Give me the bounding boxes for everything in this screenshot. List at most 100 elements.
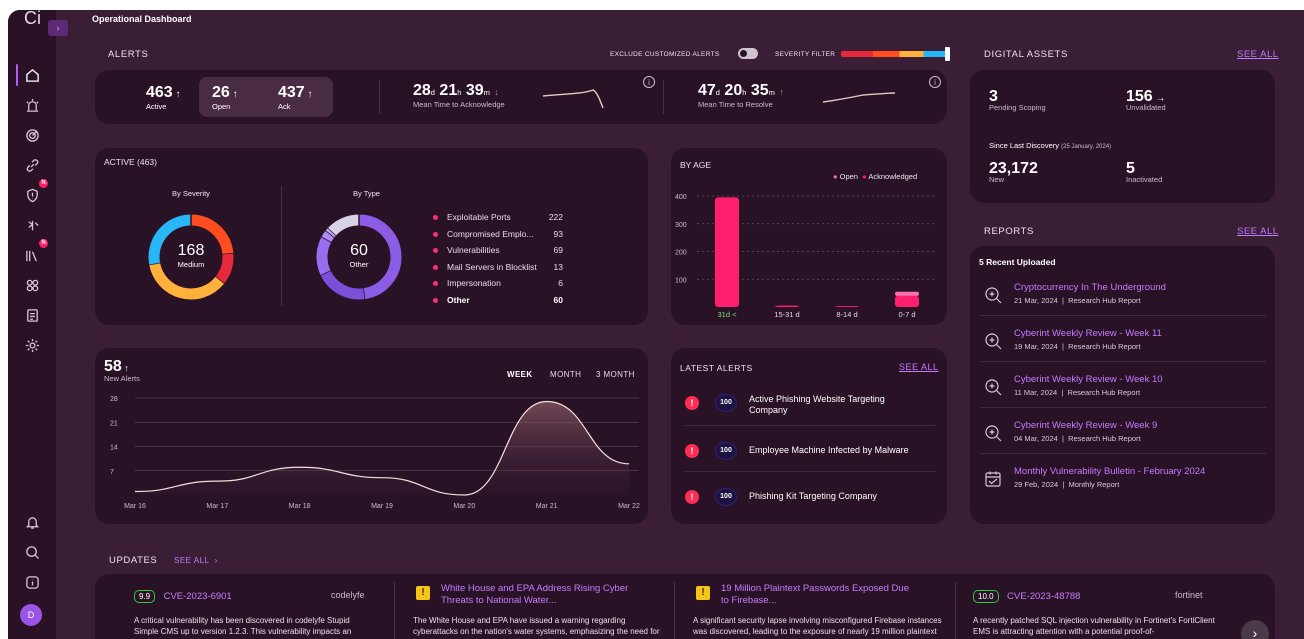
exclude-customized-label: EXCLUDE CUSTOMIZED ALERTS <box>610 51 720 58</box>
since-last-discovery: Since Last Discovery (25 January, 2024) <box>989 141 1112 150</box>
bar-acknowledged[interactable] <box>835 306 859 307</box>
x-tick-label: Mar 19 <box>371 503 393 510</box>
alert-title[interactable]: Active Phishing Website Targeting Compan… <box>749 394 909 416</box>
y-tick-label: 7 <box>110 469 114 476</box>
legend-label: Vulnerabilities <box>447 245 500 255</box>
update-description: A critical vulnerability has been discov… <box>134 616 352 636</box>
settings-icon[interactable] <box>22 335 42 355</box>
report-item[interactable]: Cyberint Weekly Review - Week 10 11 Mar, … <box>984 374 1260 414</box>
shield-icon[interactable]: N <box>22 179 48 205</box>
pending-scoping[interactable]: 3 Pending Scoping <box>989 88 1046 112</box>
update-title[interactable]: 19 Million Plaintext Passwords Exposed D… <box>721 583 911 607</box>
info-icon[interactable] <box>22 572 42 592</box>
latest-alerts-card: LATEST ALERTS SEE ALL ! 100 Active Phishin… <box>671 348 947 524</box>
donut-slice-other[interactable] <box>328 214 360 236</box>
alert-icon: ! <box>685 396 699 410</box>
divider <box>980 315 1266 316</box>
radar-icon[interactable] <box>22 125 42 145</box>
x-tick-label: Mar 17 <box>206 503 228 510</box>
mtta-value: 28d 21h 39m ↓ Mean Time to Acknowledge <box>413 82 505 109</box>
alerts-section-title: ALERTS <box>108 49 149 60</box>
alert-icon: ! <box>685 444 699 458</box>
mtta-info-icon[interactable]: i <box>643 76 655 88</box>
alert-row[interactable]: ! 100 Employee Machine Infected by Malware <box>685 442 941 484</box>
alarm-icon[interactable] <box>22 95 42 115</box>
risk-score: 100 <box>715 442 737 460</box>
risk-score: 100 <box>715 394 737 412</box>
tab-week[interactable]: WEEK <box>507 370 533 379</box>
alert-row[interactable]: ! 100 Phishing Kit Targeting Company <box>685 488 941 530</box>
updates-strip: 9.9 CVE-2023-6901 codelyfe A critical vu… <box>95 574 1275 639</box>
report-item[interactable]: Cyberint Weekly Review - Week 11 19 Mar, … <box>984 328 1260 368</box>
active-nav-indicator <box>16 64 18 86</box>
digital-assets-see-all[interactable]: SEE ALL <box>1237 49 1279 60</box>
reports-see-all[interactable]: SEE ALL <box>1237 226 1279 237</box>
report-item[interactable]: Cryptocurrency In The Underground 21 Mar,… <box>984 282 1260 322</box>
integrations-icon[interactable] <box>22 275 42 295</box>
unvalidated-assets[interactable]: 156 → Unvalidated <box>1126 88 1166 112</box>
mttr-value: 47d 20h 35m ↑ Mean Time to Resolve <box>698 82 784 109</box>
x-tick-label: Mar 22 <box>618 503 640 510</box>
sidebar: Ci › N N D <box>8 10 68 639</box>
new-assets[interactable]: 23,172 New <box>989 160 1038 184</box>
donut-slice-mail-servers-in-blocklist[interactable] <box>321 230 335 243</box>
mttr-info-icon[interactable]: i <box>929 76 941 88</box>
updates-see-all[interactable]: SEE ALL › <box>174 556 218 565</box>
search-icon[interactable] <box>22 542 42 562</box>
legend-dot <box>433 231 438 237</box>
severity-filter-label: SEVERITY FILTER <box>775 51 836 58</box>
mttr-sparkline <box>823 92 895 103</box>
notification-badge: N <box>39 239 48 248</box>
divider <box>685 471 935 472</box>
link-icon[interactable] <box>22 155 42 175</box>
latest-alerts-title: LATEST ALERTS <box>680 363 753 373</box>
library-icon[interactable]: N <box>22 239 48 265</box>
severity-filter-slider[interactable] <box>841 47 950 61</box>
x-tick-label: Mar 21 <box>536 503 558 510</box>
reports-icon[interactable] <box>22 305 42 325</box>
y-tick-label: 200 <box>675 250 687 257</box>
by-age-title: BY AGE <box>680 160 712 170</box>
donut-slice-compromised-emplo-[interactable] <box>320 270 365 300</box>
avatar[interactable]: D <box>20 604 42 626</box>
research-report-icon <box>985 333 1002 350</box>
notification-badge: N <box>39 179 48 188</box>
inactivated-assets[interactable]: 5 Inactivated <box>1126 160 1162 184</box>
research-report-icon <box>985 379 1002 396</box>
report-item[interactable]: Monthly Vulnerability Bulletin - Februar… <box>984 466 1260 506</box>
latest-alerts-see-all[interactable]: SEE ALL <box>899 362 939 372</box>
tab-month[interactable]: MONTH <box>550 370 581 379</box>
exclude-customized-toggle[interactable] <box>738 48 758 59</box>
fingerprint-icon[interactable] <box>22 215 42 235</box>
bar-acknowledged[interactable] <box>715 197 739 307</box>
tab-3-month[interactable]: 3 MONTH <box>596 370 635 379</box>
ack-count[interactable]: 437 ↑ Ack <box>278 84 312 111</box>
x-tick-label: 0-7 d <box>898 310 915 319</box>
update-card-cve[interactable]: 9.9 CVE-2023-6901 <box>134 586 232 604</box>
bell-icon[interactable] <box>22 512 42 532</box>
mtta-sparkline <box>543 89 604 109</box>
alert-row[interactable]: ! 100 Active Phishing Website Targeting Co… <box>685 394 941 436</box>
active-card: ACTIVE (463) By Severity 168 Medium By Ty… <box>95 148 648 325</box>
new-alerts-count: 58 ↑ New Alerts <box>104 358 140 383</box>
update-title[interactable]: White House and EPA Address Rising Cyber… <box>441 583 631 607</box>
open-count[interactable]: 26 ↑ Open <box>212 84 238 111</box>
update-card-cve[interactable]: 10.0 CVE-2023-48788 <box>973 586 1080 604</box>
y-tick-label: 400 <box>675 194 687 201</box>
report-item[interactable]: Cyberint Weekly Review - Week 9 04 Mar, 2… <box>984 420 1260 460</box>
home-icon[interactable] <box>22 65 42 85</box>
bar-open[interactable] <box>895 291 919 296</box>
digital-assets-card: 3 Pending Scoping 156 → Unvalidated Since … <box>970 70 1275 203</box>
bar-acknowledged[interactable] <box>775 305 799 307</box>
legend-label: Impersonation <box>447 278 501 288</box>
sidebar-collapse-button[interactable]: › <box>48 20 68 36</box>
divider <box>980 361 1266 362</box>
next-arrow-button[interactable]: › <box>1241 620 1269 639</box>
severity-filter-handle[interactable] <box>945 47 950 61</box>
x-tick-label: Mar 18 <box>289 503 311 510</box>
alert-title[interactable]: Employee Machine Infected by Malware <box>749 445 939 456</box>
alert-title[interactable]: Phishing Kit Targeting Company <box>749 491 939 502</box>
type-center: 60 Other <box>349 242 369 269</box>
divider <box>980 453 1266 454</box>
bar-acknowledged[interactable] <box>895 295 919 307</box>
